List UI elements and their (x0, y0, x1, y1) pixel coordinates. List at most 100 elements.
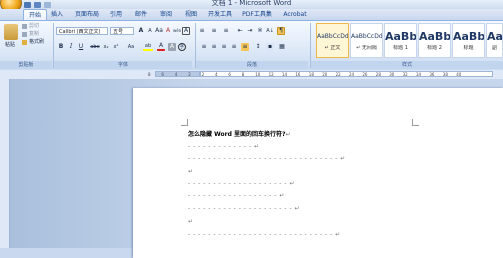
text-effects-button[interactable]: Aa (125, 43, 137, 51)
document-line[interactable]: - - - - - - - - - - - - - - - - - - - - … (188, 232, 341, 238)
char-border-button[interactable]: A (182, 27, 190, 35)
document-line[interactable]: - - - - - - - - - - - - - - - - - - - - … (188, 206, 300, 212)
style-title[interactable]: AaBbC 标题 (452, 23, 485, 58)
crop-mark (412, 119, 419, 126)
style-name: 标题 1 (393, 45, 408, 51)
ruler-tick-label: 12 (268, 72, 274, 77)
document-line[interactable]: - - - - - - - - - - - - - - - - - - - - … (188, 156, 346, 162)
vertical-ruler[interactable] (0, 79, 10, 248)
change-case-button[interactable]: Aa (155, 27, 163, 35)
phonetic-guide-button[interactable]: wén (173, 27, 181, 35)
window-title: 文档 1 - Microsoft Word (211, 0, 292, 7)
style-sample: AaBb (385, 30, 416, 43)
ribbon: 粘贴 剪切 复制 格式刷 剪贴板 Calibri (西文正文) 五号 A A A… (0, 20, 503, 71)
justify-icon[interactable]: ≡ (230, 43, 238, 51)
ruler-tick-label: 26 (362, 72, 368, 77)
style-no-spacing[interactable]: AaBbCcDd ↵ 无间隔 (350, 23, 383, 58)
tab-developer[interactable]: 开发工具 (205, 9, 235, 20)
style-sample: AaB (487, 30, 502, 43)
copy-icon (22, 32, 27, 37)
show-marks-button[interactable]: ¶ (277, 27, 285, 35)
align-center-icon[interactable]: ≡ (210, 43, 218, 51)
format-painter-button[interactable]: 格式刷 (29, 39, 44, 46)
clipboard-group-label: 剪贴板 (0, 61, 52, 69)
ruler-tick-label: 6 (228, 72, 231, 77)
borders-icon[interactable]: ▦ (278, 43, 286, 51)
ruler-tick-label: 24 (349, 72, 355, 77)
line-spacing-icon[interactable]: ↕ (254, 43, 262, 51)
style-heading-1[interactable]: AaBb 标题 1 (384, 23, 417, 58)
ruler-tick-label: 16 (295, 72, 301, 77)
paste-icon[interactable] (4, 24, 18, 40)
align-left-icon[interactable]: ≡ (200, 43, 208, 51)
style-name: 标题 (463, 45, 474, 51)
tab-page-layout[interactable]: 页面布局 (72, 9, 102, 20)
decrease-indent-icon[interactable]: ⇤ (236, 27, 244, 35)
enclose-char-button[interactable]: 字 (178, 43, 186, 51)
shrink-font-button[interactable]: A (146, 27, 154, 35)
ruler-ticks: 8 6 4 2 2 4 6 8 10 12 14 16 18 20 22 24 26 28 30 32 34 36 38 40 (0, 71, 503, 78)
heading-text: 怎么隐藏 Word 里面的回车换行符? (188, 131, 286, 138)
crop-mark (181, 119, 188, 126)
ruler-tick-label: 4 (174, 72, 178, 77)
chinese-layout-icon[interactable]: ※ (256, 27, 264, 35)
subscript-button[interactable]: x₂ (102, 43, 110, 51)
font-color-button[interactable]: A (157, 43, 165, 51)
tab-pdf-tools[interactable]: PDF工具集 (240, 9, 274, 20)
ruler-tick-label: 6 (161, 72, 164, 77)
tab-insert[interactable]: 插入 (46, 9, 68, 20)
char-shading-button[interactable]: A (168, 43, 176, 51)
increase-indent-icon[interactable]: ⇥ (246, 27, 254, 35)
tab-references[interactable]: 引用 (105, 9, 127, 20)
ruler-tick-label: 40 (456, 72, 462, 77)
highlight-button[interactable]: ab (143, 43, 153, 51)
format-painter-icon (22, 40, 27, 45)
italic-button[interactable]: I (67, 43, 75, 51)
document-line[interactable]: ↵ (188, 219, 194, 225)
ruler-tick-label: 28 (375, 72, 381, 77)
document-line[interactable]: - - - - - - - - - - - - - ↵ (188, 144, 259, 150)
ruler-tick-label: 22 (335, 72, 341, 77)
copy-button[interactable]: 复制 (29, 31, 39, 38)
document-line[interactable]: - - - - - - - - - - - - - - - - - - ↵ (188, 193, 285, 199)
grow-font-button[interactable]: A (137, 27, 145, 35)
superscript-button[interactable]: x² (112, 43, 120, 51)
ruler-tick-label: 14 (282, 72, 288, 77)
style-name: ↵ 正文 (324, 45, 341, 51)
cut-button[interactable]: 剪切 (29, 23, 39, 30)
font-name-select[interactable]: Calibri (西文正文) (56, 27, 108, 35)
ruler-tick-label: 2 (201, 72, 205, 77)
tab-review[interactable]: 审阅 (155, 9, 177, 20)
tab-acrobat[interactable]: Acrobat (280, 9, 310, 20)
paste-button[interactable]: 粘贴 (5, 42, 15, 49)
bullets-icon[interactable]: ≡ (198, 27, 206, 35)
style-normal[interactable]: AaBbCcDd ↵ 正文 (316, 23, 349, 58)
ruler-tick-label: 2 (188, 72, 191, 77)
sort-button[interactable]: A↓ (266, 27, 274, 35)
distributed-icon[interactable]: ≡ (241, 43, 249, 51)
underline-button[interactable]: U (77, 43, 85, 51)
shading-icon[interactable]: ▪ (266, 43, 274, 51)
ruler-tick-label: 4 (215, 72, 218, 77)
multilevel-list-icon[interactable]: ≡ (222, 27, 230, 35)
font-group-label: 字体 (54, 61, 192, 69)
tab-mailings[interactable]: 邮件 (130, 9, 152, 20)
tab-view[interactable]: 视图 (180, 9, 202, 20)
ruler-tick-label: 18 (308, 72, 314, 77)
style-sample: AaBbCcDd (317, 33, 348, 40)
style-name: 标题 2 (427, 45, 442, 51)
style-heading-2[interactable]: AaBbC 标题 2 (418, 23, 451, 58)
align-right-icon[interactable]: ≡ (220, 43, 228, 51)
ruler-tick-label: 10 (255, 72, 261, 77)
numbering-icon[interactable]: ≡ (210, 27, 218, 35)
style-name: 副 (491, 45, 497, 51)
document-line[interactable]: ↵ (188, 169, 194, 175)
document-heading[interactable]: 怎么隐藏 Word 里面的回车换行符?↵ (188, 131, 290, 139)
styles-group-label: 样式 (311, 61, 503, 69)
font-size-select[interactable]: 五号 (110, 27, 134, 35)
style-subtitle[interactable]: AaB 副 (486, 23, 503, 58)
strikethrough-button[interactable]: abe (89, 43, 101, 51)
document-line[interactable]: - - - - - - - - - - - - - - - - - - - - … (188, 181, 295, 187)
bold-button[interactable]: B (57, 43, 65, 51)
clear-format-button[interactable]: A (164, 27, 172, 35)
